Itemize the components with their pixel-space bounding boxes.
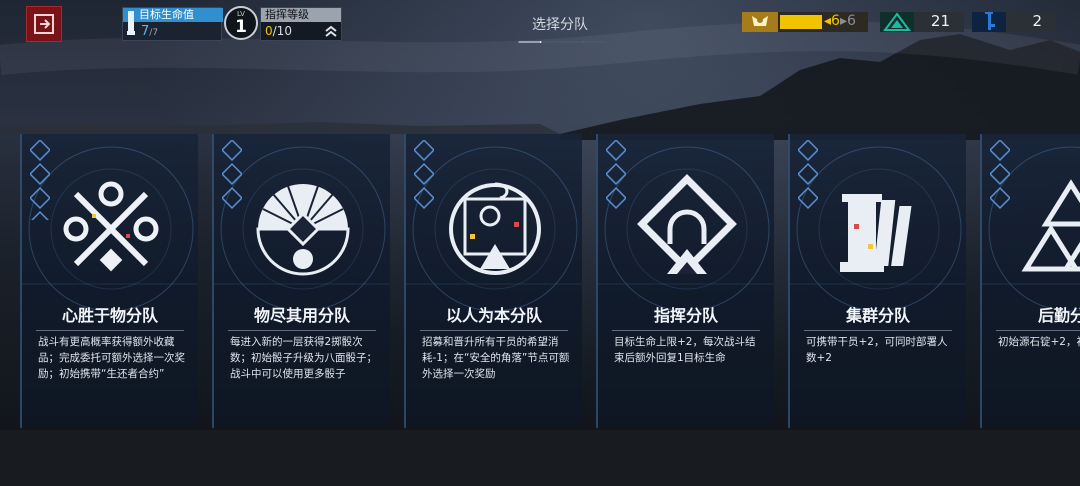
squad-name: 后勤分队	[1037, 306, 1080, 325]
diamond-arrow-emblem-icon	[637, 174, 737, 274]
command-level-panel[interactable]: 指挥等级 0/10	[260, 7, 342, 41]
squad-description: 战斗有更高概率获得额外收藏品；完成委托可额外选择一次奖励；初始携带“生还者合约”	[38, 336, 185, 380]
rook-towers-emblem-icon	[840, 194, 912, 272]
squad-name: 以人为本分队	[445, 306, 542, 325]
squad-badges	[30, 140, 50, 220]
command-level-label: 指挥等级	[261, 8, 341, 22]
squad-card-resourceful[interactable]: 物尽其用分队 每进入新的一层获得2掷骰次数；初始骰子升级为八面骰子；战斗中可以使…	[212, 134, 390, 428]
page-header: 选择分队	[470, 12, 650, 52]
squad-badges	[222, 140, 242, 209]
squad-list: 心胜于物分队 战斗有更高概率获得额外收藏品；完成委托可额外选择一次奖励；初始携带…	[0, 134, 1080, 434]
squad-description: 招募和晋升所有干员的希望消耗-1；在“安全的角落”节点可额外选择一次奖励	[422, 336, 570, 380]
divider	[420, 330, 568, 331]
squad-name: 心胜于物分队	[61, 306, 158, 325]
divider	[612, 330, 760, 331]
squad-card-people-first[interactable]: 以人为本分队 招募和晋升所有干员的希望消耗-1；在“安全的角落”节点可额外选择一…	[404, 134, 582, 428]
divider	[228, 330, 376, 331]
squad-card-mind-over-matter[interactable]: 心胜于物分队 战斗有更高概率获得额外收藏品；完成委托可额外选择一次奖励；初始携带…	[20, 134, 198, 428]
squad-description: 每进入新的一层获得2掷骰次数；初始骰子升级为八面骰子；战斗中可以使用更多骰子	[230, 336, 377, 380]
triangle-ingot-icon	[880, 12, 914, 32]
originium-ingot-counter: 21	[880, 12, 964, 32]
hope-icon	[742, 12, 778, 32]
originium-ingot-value: 21	[930, 12, 950, 30]
command-level-value: 0/10	[265, 24, 292, 38]
squad-badges	[990, 140, 1010, 209]
squad-card-logistics[interactable]: 后勤分队 初始源石锭+2，初始希望+2	[980, 134, 1080, 428]
crossed-swords-emblem-icon	[63, 181, 159, 272]
divider	[804, 330, 952, 331]
squad-card-command[interactable]: 指挥分队 目标生命上限+2，每次战斗结束后额外回复1目标生命	[596, 134, 774, 428]
key-icon	[972, 6, 1006, 32]
key-value: 2	[1032, 12, 1042, 30]
squad-badges	[414, 140, 434, 209]
squad-description: 初始源石锭+2，初始希望+2	[998, 336, 1080, 348]
squad-badges	[606, 140, 626, 209]
key-counter: 2	[972, 6, 1056, 32]
squad-name: 指挥分队	[653, 306, 718, 325]
level-badge: LV 1	[224, 6, 258, 40]
hope-bar	[780, 15, 822, 29]
triangle-stack-emblem-icon	[1021, 179, 1080, 272]
exit-button[interactable]	[26, 6, 62, 42]
hope-counter: ◂6▸6	[742, 12, 868, 32]
divider	[996, 330, 1080, 331]
level-value: 1	[235, 17, 247, 37]
squad-name: 物尽其用分队	[253, 306, 350, 325]
squad-badges	[798, 140, 818, 209]
tower-icon	[127, 11, 135, 35]
exit-icon	[34, 14, 54, 34]
squad-name: 集群分队	[845, 306, 910, 325]
hooded-figure-emblem-icon	[449, 182, 541, 275]
squad-description: 可携带干员+2，可同时部署人数+2	[806, 336, 948, 364]
target-life-value: 7/7	[141, 24, 159, 39]
target-life-panel: 目标生命值 7/7	[122, 7, 223, 41]
target-life-label: 目标生命值	[123, 8, 223, 22]
divider	[36, 330, 184, 331]
bottom-bar	[0, 430, 1080, 486]
step-progress	[518, 41, 604, 43]
hope-value: ◂6▸6	[824, 13, 856, 29]
page-title: 选择分队	[532, 17, 588, 33]
squad-description: 目标生命上限+2，每次战斗结束后额外回复1目标生命	[614, 336, 756, 364]
squad-card-cluster[interactable]: 集群分队 可携带干员+2，可同时部署人数+2	[788, 134, 966, 428]
fan-blade-emblem-icon	[256, 184, 350, 276]
double-chevron-up-icon	[325, 25, 337, 37]
